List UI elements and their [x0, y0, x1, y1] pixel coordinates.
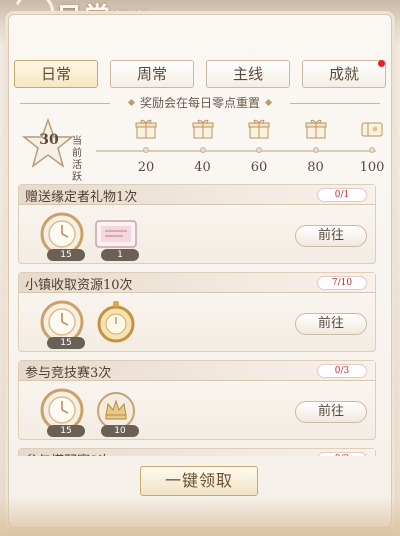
reward-list: 15 10: [39, 387, 139, 437]
reward-item[interactable]: 15: [39, 211, 85, 261]
reward-list: 15 1: [39, 211, 139, 261]
milestone-label: 80: [307, 160, 324, 175]
activity-progress: 30 当前活跃 20 40 60 80 100: [18, 116, 388, 183]
progress-track: [96, 150, 376, 152]
task-card: 参与竞技赛3次 0/3 15 10 前往: [18, 360, 376, 440]
gift-box-icon[interactable]: [247, 118, 271, 140]
ticket-gift-icon[interactable]: [360, 118, 384, 140]
notification-dot: [378, 60, 385, 67]
task-header: 赠送缘定者礼物1次 0/1: [19, 185, 375, 205]
reset-notice: 奖励会在每日零点重置: [0, 94, 400, 112]
task-name: 参与搭配赛3次: [25, 450, 111, 456]
bottom-decoration: [0, 496, 400, 536]
milestone-label: 100: [359, 160, 385, 175]
task-header: 参与竞技赛3次 0/3: [19, 361, 375, 381]
tab-daily[interactable]: 日常: [14, 60, 98, 88]
reward-quantity: 1: [101, 249, 139, 261]
milestone-dot: [143, 147, 149, 153]
reward-item[interactable]: 10: [93, 387, 139, 437]
reset-notice-text: 奖励会在每日零点重置: [139, 96, 260, 110]
tab-bar: 日常 周常 主线 成就: [14, 60, 386, 88]
milestone-label: 20: [137, 160, 155, 175]
gold-pocketwatch-icon: [93, 299, 139, 345]
task-progress: 0/3: [317, 452, 367, 456]
reward-item[interactable]: 15: [39, 387, 85, 437]
tab-achievements-label: 成就: [328, 65, 359, 83]
task-name: 赠送缘定者礼物1次: [25, 190, 138, 205]
diamond-icon: [127, 98, 136, 107]
milestone-label: 60: [250, 160, 268, 175]
reward-item[interactable]: 1: [93, 211, 139, 261]
task-header: 小镇收取资源10次 7/10: [19, 273, 375, 293]
reward-item[interactable]: 15: [39, 299, 85, 349]
gift-box-icon[interactable]: [134, 118, 158, 140]
task-name: 小镇收取资源10次: [25, 278, 133, 293]
tab-achievements[interactable]: 成就: [302, 60, 386, 88]
gift-box-icon[interactable]: [304, 118, 328, 140]
task-card: 赠送缘定者礼物1次 0/1 15 1 前往: [18, 184, 376, 264]
go-button[interactable]: 前往: [295, 401, 367, 423]
task-progress: 7/10: [317, 276, 367, 290]
milestone-dot: [312, 147, 319, 153]
tab-main[interactable]: 主线: [206, 60, 290, 88]
reward-quantity: 15: [47, 337, 85, 349]
diamond-icon: [264, 98, 273, 107]
task-progress: 0/1: [317, 188, 367, 202]
claim-all-button[interactable]: 一键领取: [140, 466, 258, 496]
milestone-dot: [199, 147, 206, 153]
go-button[interactable]: 前往: [295, 313, 367, 335]
task-card: 小镇收取资源10次 7/10 15 前往: [18, 272, 376, 352]
reward-item[interactable]: [93, 299, 139, 345]
reward-list: 15: [39, 299, 139, 349]
current-activity-label: 当前活跃: [72, 136, 82, 183]
milestone-label: 40: [194, 160, 211, 175]
task-list[interactable]: 赠送缘定者礼物1次 0/1 15 1 前往 小镇收取资源10次 7/10 15 前往 参与竞技赛3…: [18, 184, 376, 456]
milestone-dot: [369, 147, 375, 153]
task-header: 参与搭配赛3次 0/3: [19, 449, 375, 456]
reward-quantity: 10: [101, 425, 139, 437]
reward-quantity: 15: [47, 249, 85, 261]
task-progress: 0/3: [317, 364, 367, 378]
gift-box-icon[interactable]: [191, 118, 215, 140]
milestone-dot: [256, 147, 262, 153]
task-name: 参与竞技赛3次: [25, 366, 112, 381]
current-activity-value: 30: [39, 132, 59, 148]
task-card: 参与搭配赛3次 0/3: [18, 448, 376, 456]
go-button[interactable]: 前往: [295, 225, 367, 247]
reward-quantity: 15: [47, 425, 85, 437]
tab-weekly[interactable]: 周常: [110, 60, 194, 88]
